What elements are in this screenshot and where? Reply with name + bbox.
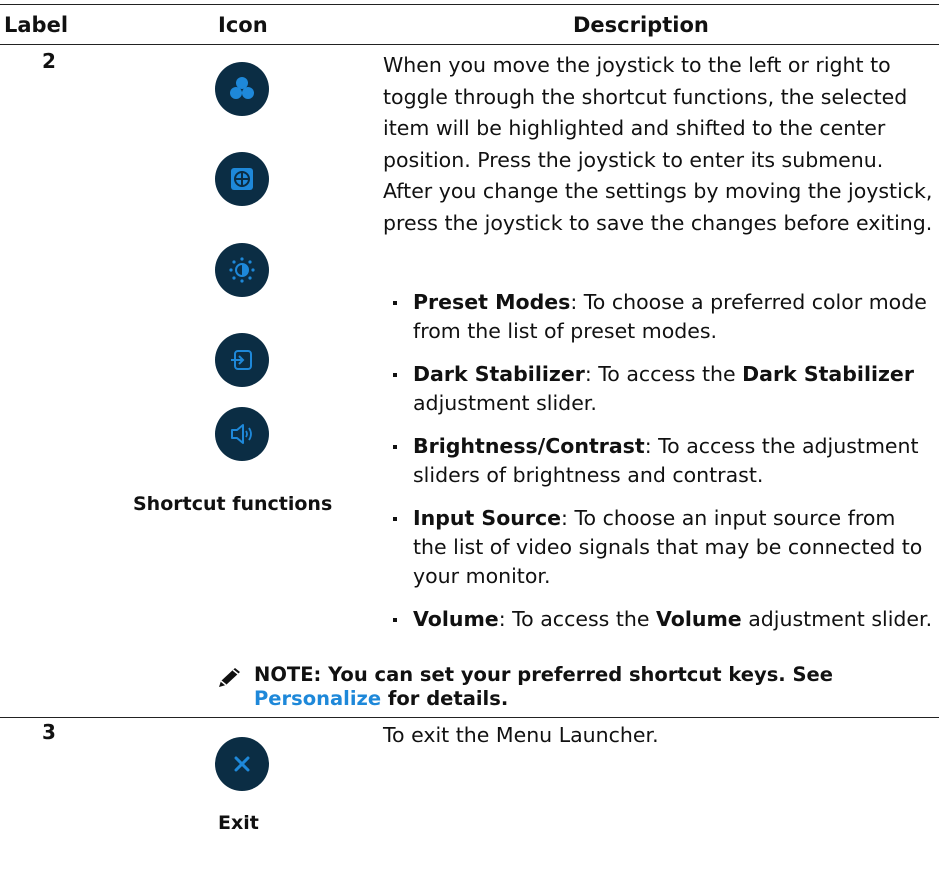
bullet-brightness-contrast: Brightness/Contrast: To access the adjus… bbox=[383, 432, 935, 490]
manual-page: Label Icon Description 2 Shortcut functi… bbox=[0, 0, 939, 869]
bullet-preset-modes: Preset Modes: To choose a preferred colo… bbox=[383, 288, 935, 346]
column-header-description: Description bbox=[573, 13, 709, 37]
brightness-contrast-icon bbox=[215, 243, 269, 297]
exit-description: To exit the Menu Launcher. bbox=[383, 723, 659, 747]
header-rule bbox=[0, 44, 939, 45]
exit-caption: Exit bbox=[218, 812, 259, 834]
row-divider bbox=[0, 717, 939, 718]
bullet-input-source: Input Source: To choose an input source … bbox=[383, 504, 935, 591]
shortcut-description: When you move the joystick to the left o… bbox=[383, 53, 933, 235]
row-label-2: 2 bbox=[42, 49, 56, 73]
shortcut-functions-caption: Shortcut functions bbox=[133, 493, 333, 515]
personalize-link[interactable]: Personalize bbox=[254, 687, 381, 710]
close-icon bbox=[215, 737, 269, 791]
preset-modes-icon bbox=[215, 62, 269, 116]
bullet-dark-stabilizer: Dark Stabilizer: To access the Dark Stab… bbox=[383, 360, 935, 418]
table-top-rule bbox=[0, 4, 939, 5]
note-pencil-icon bbox=[214, 666, 242, 690]
volume-icon bbox=[215, 407, 269, 461]
dark-stabilizer-icon bbox=[215, 152, 269, 206]
bullet-volume: Volume: To access the Volume adjustment … bbox=[383, 605, 935, 634]
shortcut-bullet-list: Preset Modes: To choose a preferred colo… bbox=[383, 288, 935, 648]
column-header-label: Label bbox=[4, 13, 69, 37]
input-source-icon bbox=[215, 333, 269, 387]
column-header-icon: Icon bbox=[218, 13, 268, 37]
row-label-3: 3 bbox=[42, 720, 56, 744]
note-text: NOTE: You can set your preferred shortcu… bbox=[254, 663, 834, 710]
